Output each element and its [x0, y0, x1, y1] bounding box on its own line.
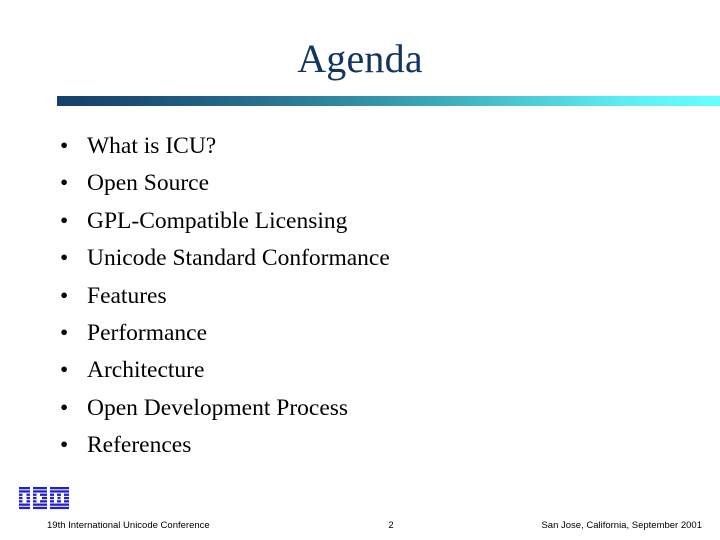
bullet-label: References	[87, 432, 192, 459]
bullet-label: Unicode Standard Conformance	[87, 245, 390, 272]
list-item: • GPL-Compatible Licensing	[0, 203, 720, 240]
bullet-point-icon: •	[60, 357, 69, 384]
bullet-point-icon: •	[60, 245, 69, 272]
bullet-label: Architecture	[87, 357, 205, 384]
bullet-point-icon: •	[60, 170, 69, 197]
list-item: • Open Development Process	[0, 390, 720, 427]
bullet-label: Features	[87, 282, 167, 309]
title-gradient-rule	[57, 96, 720, 106]
bullet-point-icon: •	[60, 207, 69, 234]
list-item: • Features	[0, 278, 720, 315]
page-title: Agenda	[297, 36, 423, 81]
bullet-point-icon: •	[60, 432, 69, 459]
bullet-label: What is ICU?	[87, 133, 217, 159]
bullet-point-icon: •	[60, 319, 69, 346]
list-item: • Open Source	[0, 165, 720, 202]
bullet-label: GPL-Compatible Licensing	[87, 207, 348, 234]
bullet-point-icon: •	[60, 282, 69, 309]
list-item: • Performance	[0, 315, 720, 352]
slide-canvas: Agenda • What is ICU? • Open Source • GP…	[0, 0, 720, 540]
agenda-bullet-list: • What is ICU? • Open Source • GPL-Compa…	[0, 128, 720, 465]
footer-location-date: San Jose, California, September 2001	[541, 520, 702, 531]
list-item: • What is ICU?	[0, 128, 720, 165]
list-item: • Unicode Standard Conformance	[0, 240, 720, 277]
bullet-label: Open Development Process	[87, 394, 349, 421]
ibm-logo-icon	[19, 487, 69, 510]
bullet-label: Open Source	[87, 170, 210, 197]
list-item: • Architecture	[0, 352, 720, 389]
bullet-point-icon: •	[60, 394, 69, 421]
bullet-point-icon: •	[60, 133, 69, 159]
bullet-label: Performance	[87, 319, 208, 346]
list-item: • References	[0, 427, 720, 464]
